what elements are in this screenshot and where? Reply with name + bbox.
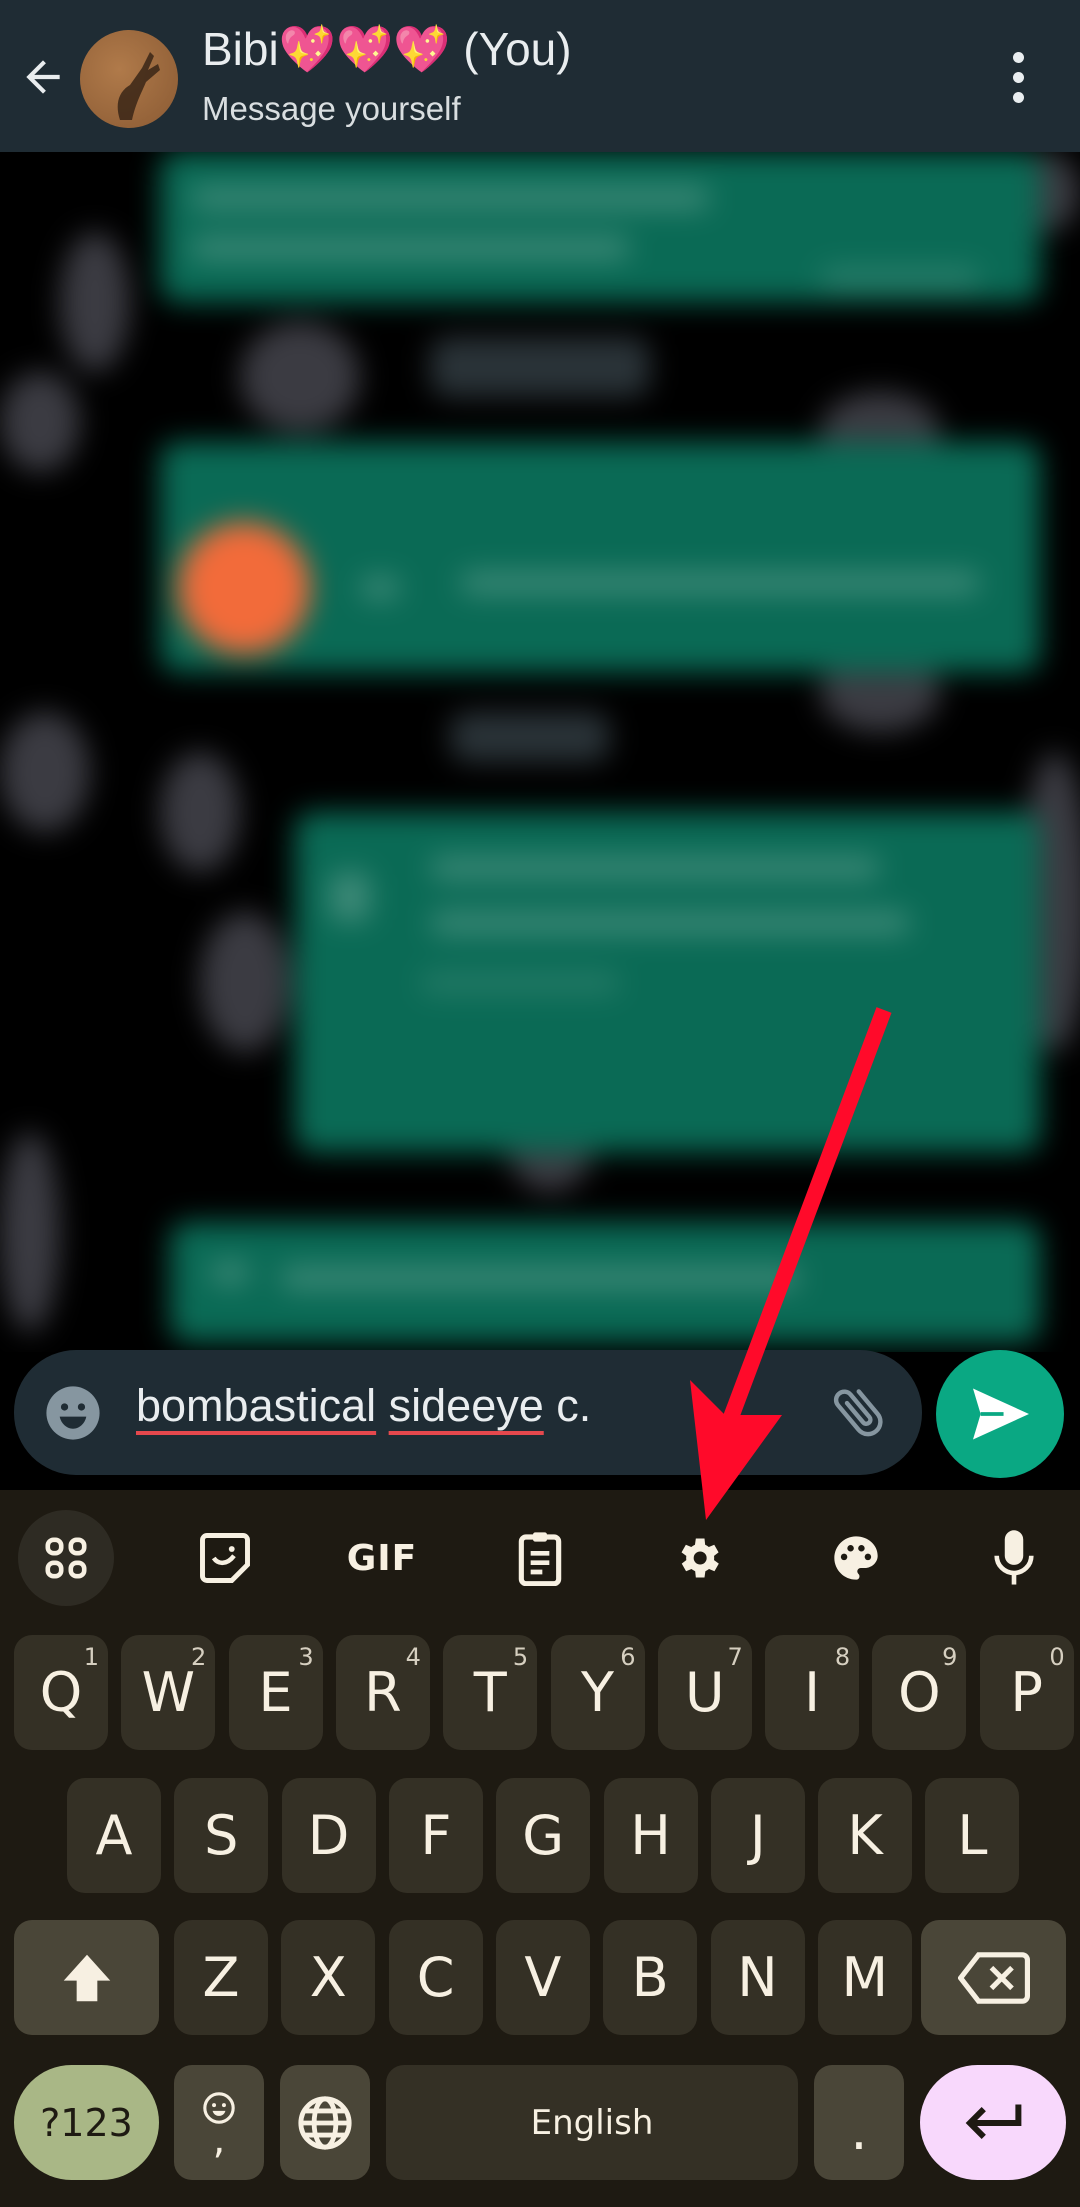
smiley-icon (46, 1386, 100, 1440)
misspelled-word[interactable]: sideeye (389, 1380, 544, 1431)
settings-gear-icon (681, 1538, 719, 1578)
contact-status: Message yourself (202, 90, 461, 127)
backspace-key[interactable] (921, 1920, 1066, 2035)
period-key[interactable]: . (814, 2065, 904, 2180)
message-input-bar[interactable]: bombastical sideeye c. (14, 1350, 922, 1475)
gif-button[interactable]: GIF (334, 1510, 430, 1606)
settings-button[interactable] (650, 1510, 746, 1606)
backspace-icon (957, 1951, 1030, 2004)
key-w[interactable]: W2 (121, 1635, 216, 1750)
symbols-key[interactable]: ?123 (14, 2065, 159, 2180)
arrow-left-icon (26, 60, 60, 94)
key-q[interactable]: Q1 (14, 1635, 108, 1750)
message-input[interactable]: bombastical sideeye c. (136, 1380, 591, 1432)
key-k[interactable]: K (818, 1778, 913, 1893)
more-options-button[interactable] (1000, 52, 1036, 108)
palette-icon (834, 1536, 878, 1580)
apps-grid-icon (45, 1537, 87, 1579)
emoji-button[interactable] (44, 1384, 102, 1442)
paperclip-icon (833, 1389, 883, 1437)
hand-gesture-image (117, 52, 160, 120)
key-z[interactable]: Z (174, 1920, 268, 2035)
back-button[interactable] (18, 52, 68, 102)
sticker-button[interactable] (177, 1510, 273, 1606)
contact-name[interactable]: Bibi💖💖💖 (You) (202, 22, 572, 77)
key-s[interactable]: S (174, 1778, 269, 1893)
blurred-content (0, 152, 1080, 1352)
send-button[interactable] (936, 1350, 1064, 1478)
key-m[interactable]: M (817, 1920, 912, 2035)
emoji-comma-key[interactable]: , (174, 2065, 264, 2180)
keyboard-toolbar: GIF (0, 1490, 1080, 1620)
voice-input-button[interactable] (966, 1510, 1062, 1606)
language-key[interactable] (280, 2065, 370, 2180)
chat-messages-area[interactable] (0, 152, 1080, 1352)
send-icon (973, 1388, 1029, 1440)
apps-grid-button[interactable] (18, 1510, 114, 1606)
key-r[interactable]: R4 (335, 1635, 430, 1750)
key-p[interactable]: P0 (979, 1635, 1074, 1750)
shift-arrow-icon (63, 1954, 110, 2001)
clipboard-icon (518, 1532, 562, 1586)
shift-key[interactable] (14, 1920, 159, 2035)
key-j[interactable]: J (710, 1778, 805, 1893)
space-bar[interactable]: English (386, 2065, 798, 2180)
key-e[interactable]: E3 (228, 1635, 323, 1750)
sticker-icon (200, 1533, 250, 1583)
attach-button[interactable] (826, 1378, 892, 1444)
avatar[interactable] (80, 30, 178, 128)
key-t[interactable]: T5 (443, 1635, 538, 1750)
theme-button[interactable] (808, 1510, 904, 1606)
key-f[interactable]: F (388, 1778, 483, 1893)
chat-header: Bibi💖💖💖 (You) Message yourself (0, 0, 1080, 152)
key-o[interactable]: O9 (872, 1635, 967, 1750)
key-n[interactable]: N (710, 1920, 805, 2035)
key-c[interactable]: C (388, 1920, 483, 2035)
key-v[interactable]: V (495, 1920, 590, 2035)
key-u[interactable]: U7 (657, 1635, 752, 1750)
key-g[interactable]: G (496, 1778, 591, 1893)
globe-icon (298, 2095, 352, 2150)
clipboard-button[interactable] (492, 1510, 588, 1606)
key-l[interactable]: L (925, 1778, 1020, 1893)
key-a[interactable]: A (67, 1778, 161, 1893)
misspelled-word[interactable]: bombastical (136, 1380, 376, 1431)
enter-key[interactable] (920, 2065, 1066, 2180)
more-vert-icon (1012, 52, 1024, 63)
key-y[interactable]: Y6 (550, 1635, 645, 1750)
key-b[interactable]: B (603, 1920, 698, 2035)
key-i[interactable]: I8 (765, 1635, 860, 1750)
key-d[interactable]: D (281, 1778, 376, 1893)
key-x[interactable]: X (281, 1920, 376, 2035)
microphone-icon (994, 1530, 1034, 1585)
key-h[interactable]: H (603, 1778, 698, 1893)
enter-arrow-icon (965, 2104, 1022, 2139)
keyboard: GIF Q1W2E3R4T5Y6U7I8O9P0 ASDFGHJKL ZXCVB… (0, 1490, 1080, 2207)
